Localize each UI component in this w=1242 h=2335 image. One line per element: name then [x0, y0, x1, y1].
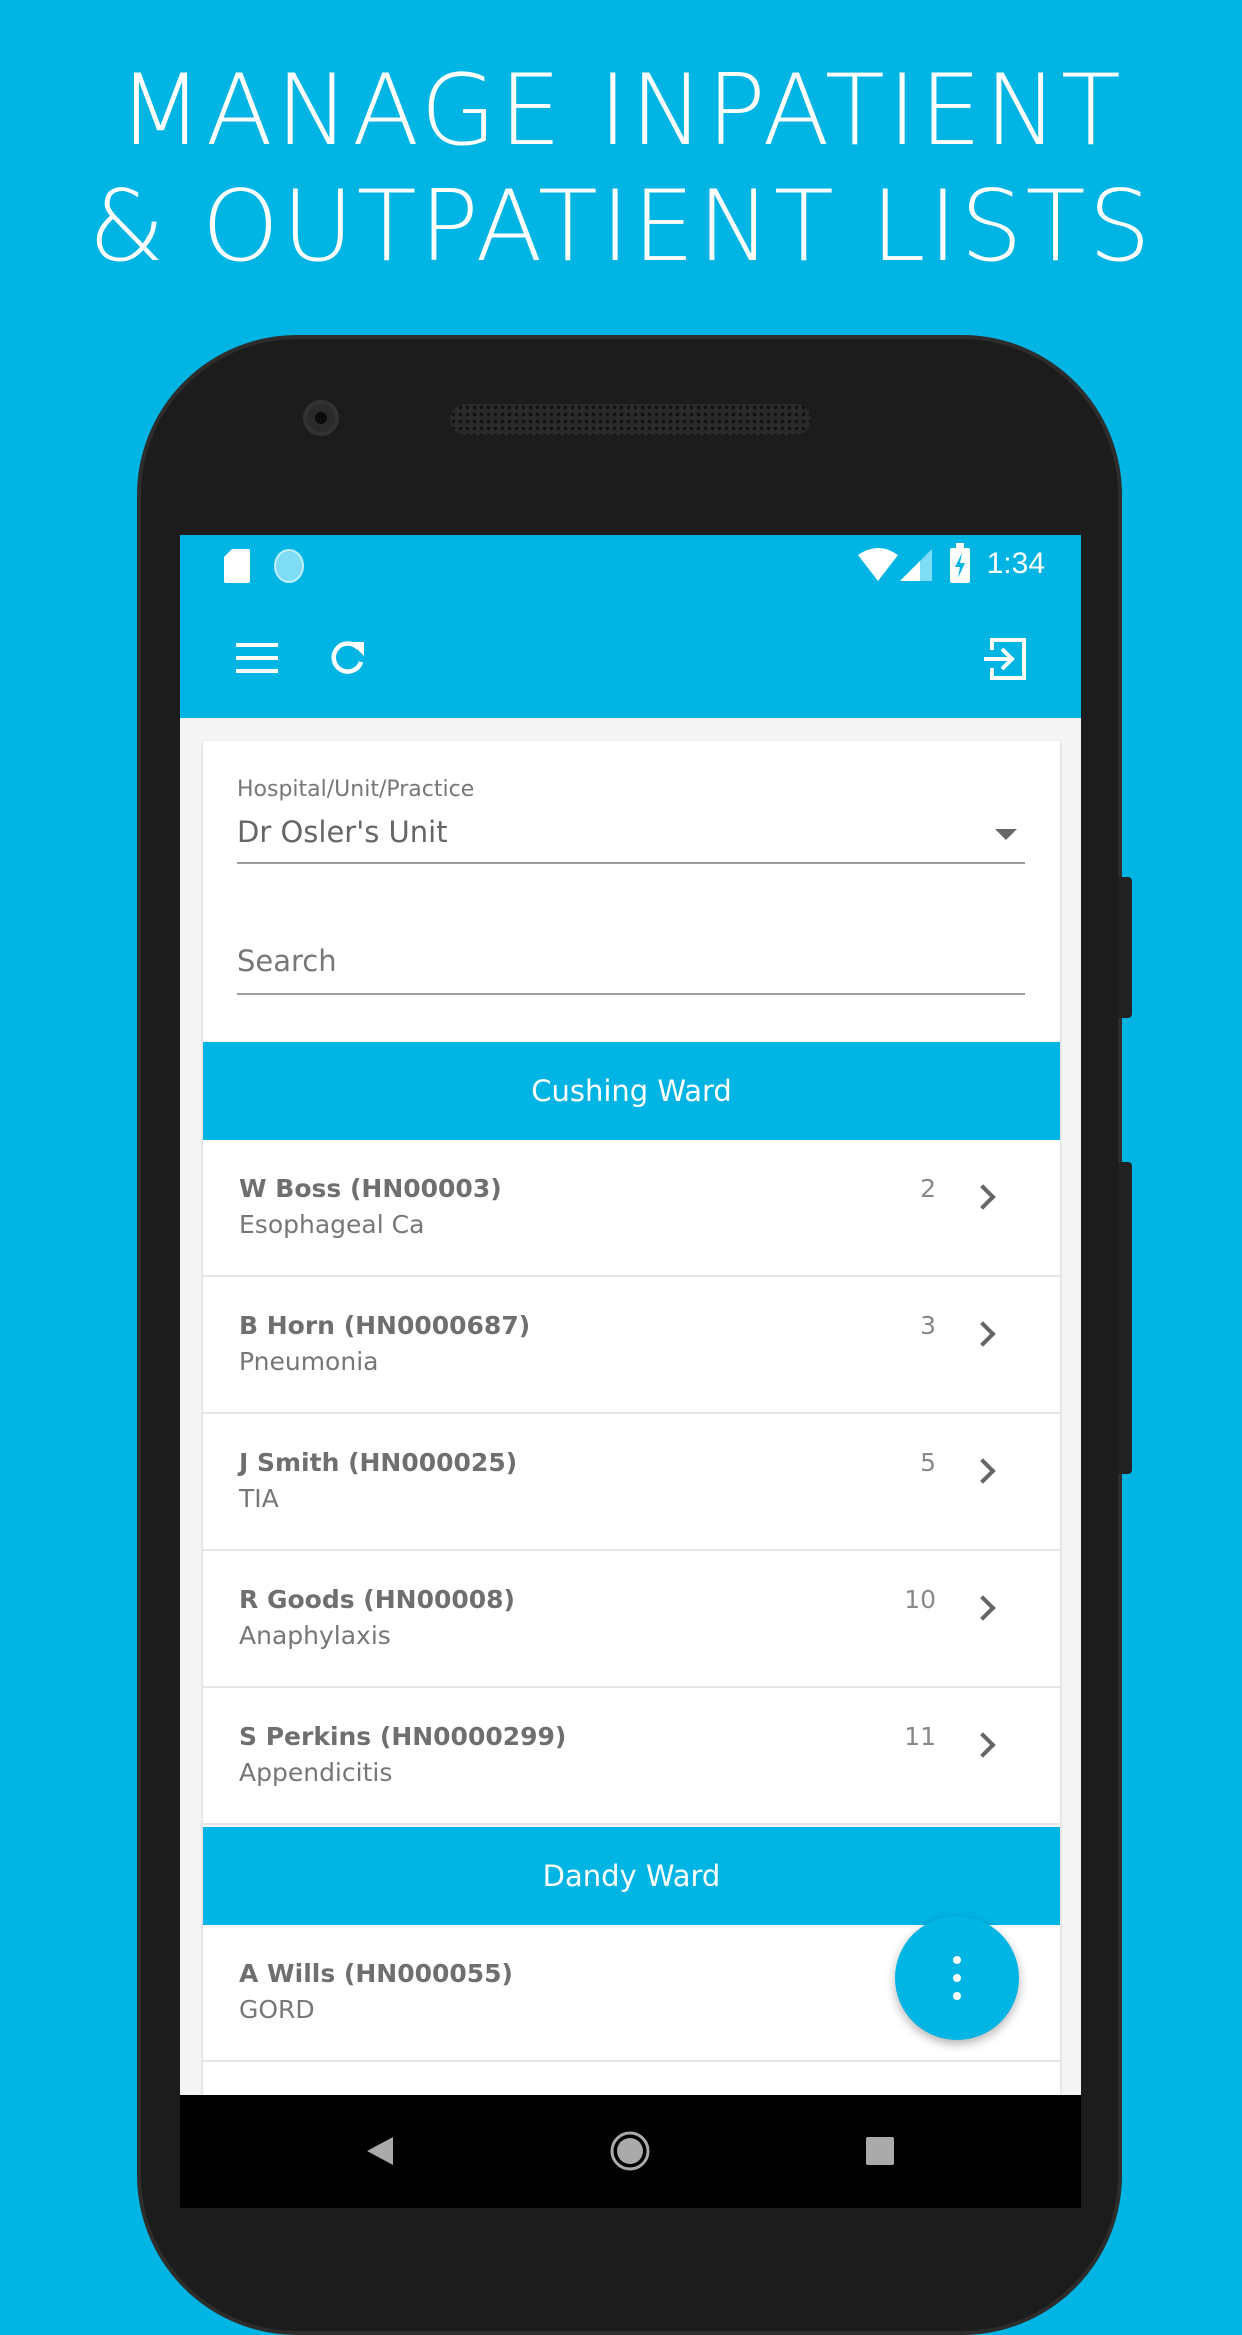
headline-line-1: MANAGE INPATIENT: [118, 54, 1124, 168]
patient-name: A Wills (HN000055): [239, 1959, 513, 1988]
patient-diagnosis: TIA: [239, 1484, 279, 1513]
search-input[interactable]: Search: [237, 944, 337, 978]
power-button: [1118, 1162, 1132, 1474]
bed-number: 3: [920, 1311, 936, 1340]
patient-name: S Perkins (HN0000299): [239, 1722, 567, 1751]
toolbar: [180, 598, 1081, 718]
unit-select[interactable]: Dr Osler's Unit: [237, 815, 448, 849]
back-icon[interactable]: [367, 2137, 393, 2165]
ward-header: Cushing Ward: [203, 1042, 1060, 1140]
search-underline: [237, 993, 1025, 995]
patient-diagnosis: GORD: [239, 1995, 315, 2024]
status-bar: 1:34: [180, 535, 1081, 598]
patient-diagnosis: Anaphylaxis: [239, 1621, 391, 1650]
chevron-right-icon: [970, 1595, 996, 1621]
wifi-icon: [858, 548, 898, 581]
bed-number: 2: [920, 1174, 936, 1203]
logout-icon[interactable]: [982, 636, 1028, 682]
front-camera: [303, 400, 339, 436]
patient-row[interactable]: R Goods (HN00008) Anaphylaxis 10: [203, 1551, 1060, 1688]
bed-number: 5: [920, 1448, 936, 1477]
signal-icon: [900, 549, 932, 581]
unit-select-label: Hospital/Unit/Practice: [237, 777, 475, 802]
patient-row[interactable]: B Horn (HN0000687) Pneumonia 3: [203, 1277, 1060, 1414]
patient-diagnosis: Pneumonia: [239, 1347, 379, 1376]
chevron-right-icon: [970, 1321, 996, 1347]
more-vert-icon: [953, 1992, 961, 2000]
refresh-icon[interactable]: [328, 638, 368, 678]
navigation-bar: [180, 2095, 1081, 2208]
patient-name: B Horn (HN0000687): [239, 1311, 531, 1340]
home-icon[interactable]: [609, 2130, 651, 2172]
sync-icon: [274, 549, 304, 583]
dropdown-arrow-icon[interactable]: [995, 829, 1017, 840]
bed-number: 10: [904, 1585, 936, 1614]
patient-row[interactable]: W Boss (HN00003) Esophageal Ca 2: [203, 1140, 1060, 1277]
patient-name: J Smith (HN000025): [239, 1448, 518, 1477]
clock: 1:34: [986, 547, 1045, 580]
chevron-right-icon: [970, 1184, 996, 1210]
app-screen: 1:34 Hospital/Unit/Practice Dr Osler's U…: [180, 535, 1081, 2208]
more-vert-icon: [953, 1974, 961, 1982]
patient-name: R Goods (HN00008): [239, 1585, 515, 1614]
chevron-right-icon: [970, 1732, 996, 1758]
sd-card-icon: [224, 549, 250, 583]
patient-row[interactable]: S Perkins (HN0000299) Appendicitis 11: [203, 1688, 1060, 1825]
patient-name: W Boss (HN00003): [239, 1174, 502, 1203]
speaker-grille: [450, 404, 811, 435]
volume-button: [1118, 877, 1132, 1018]
more-options-button[interactable]: [895, 1916, 1019, 2040]
headline-line-2: & OUTPATIENT LISTS: [88, 170, 1154, 284]
battery-charging-icon: [950, 543, 970, 583]
recents-icon[interactable]: [866, 2137, 894, 2165]
patient-diagnosis: Appendicitis: [239, 1758, 393, 1787]
chevron-right-icon: [970, 1458, 996, 1484]
ward-header: Dandy Ward: [203, 1827, 1060, 1925]
patient-diagnosis: Esophageal Ca: [239, 1210, 425, 1239]
more-vert-icon: [953, 1956, 961, 1964]
unit-select-underline: [237, 862, 1025, 864]
menu-icon[interactable]: [236, 643, 278, 673]
bed-number: 11: [904, 1722, 936, 1751]
patient-row[interactable]: J Smith (HN000025) TIA 5: [203, 1414, 1060, 1551]
